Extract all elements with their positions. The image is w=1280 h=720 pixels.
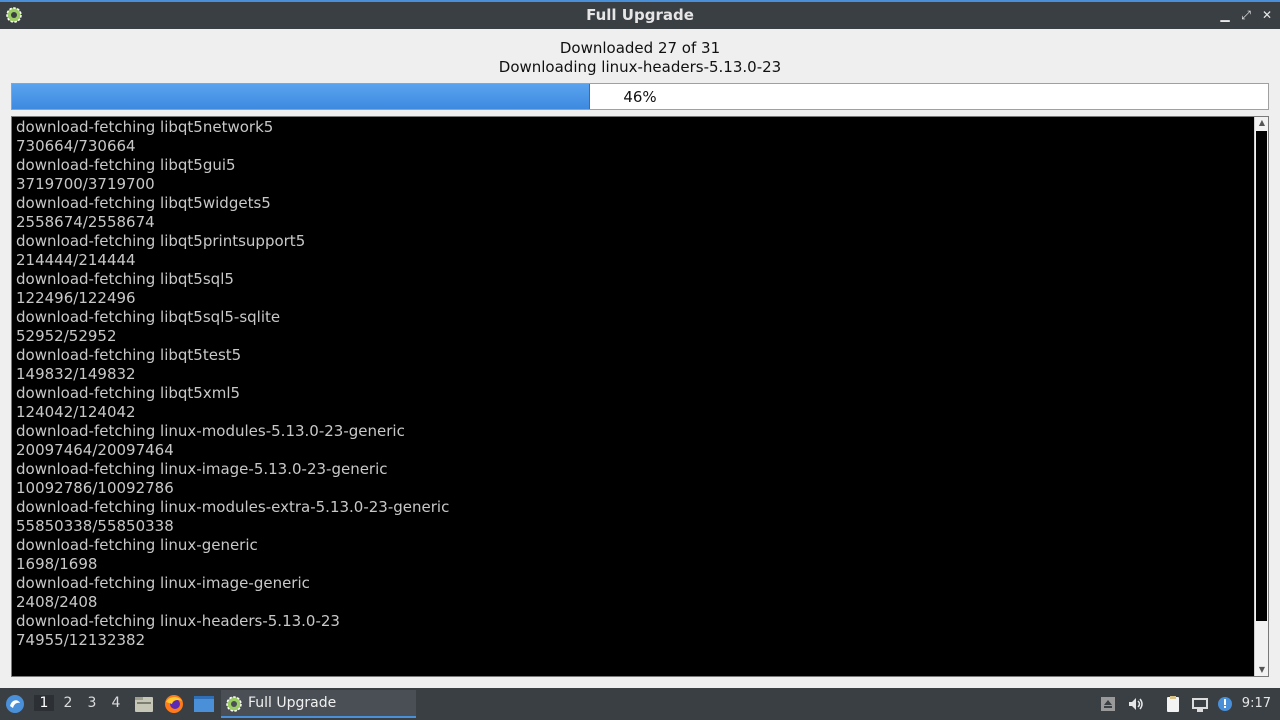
file-manager-icon[interactable]	[133, 694, 155, 714]
scroll-up-icon[interactable]: ▲	[1255, 117, 1269, 129]
scrollbar-thumb[interactable]	[1256, 131, 1267, 621]
log-line: 55850338/55850338	[16, 517, 174, 535]
log-scrollbar[interactable]: ▲ ▼	[1254, 117, 1268, 676]
desktop-icon[interactable]	[193, 694, 215, 714]
scroll-down-icon[interactable]: ▼	[1255, 664, 1269, 676]
log-line: 10092786/10092786	[16, 479, 174, 497]
taskbar-item-full-upgrade[interactable]: Full Upgrade	[221, 690, 416, 718]
volume-icon[interactable]	[1127, 695, 1145, 713]
clock[interactable]: 9:17	[1242, 696, 1271, 711]
log-line: 730664/730664	[16, 137, 136, 155]
start-menu-icon[interactable]	[5, 694, 25, 714]
log-line: download-fetching libqt5network5	[16, 118, 274, 136]
log-line: 20097464/20097464	[16, 441, 174, 459]
log-line: 74955/12132382	[16, 631, 146, 649]
progress-bar: 46%	[11, 83, 1269, 110]
log-line: download-fetching linux-generic	[16, 536, 258, 554]
log-line: 2408/2408	[16, 593, 98, 611]
workspace-4[interactable]: 4	[106, 695, 126, 711]
log-line: download-fetching libqt5test5	[16, 346, 242, 364]
minimize-icon[interactable]: ▁	[1217, 7, 1233, 23]
progress-label: 46%	[623, 88, 657, 106]
log-line: download-fetching linux-image-5.13.0-23-…	[16, 460, 388, 478]
eject-icon[interactable]	[1099, 695, 1117, 713]
window-title: Full Upgrade	[586, 6, 694, 24]
taskbar: 1 2 3 4 Full Upgrade 9:17	[0, 688, 1280, 720]
close-icon[interactable]: ✕	[1259, 7, 1275, 23]
log-line: 1698/1698	[16, 555, 98, 573]
log-line: download-fetching linux-modules-extra-5.…	[16, 498, 450, 516]
downloaded-count: Downloaded 27 of 31	[559, 39, 721, 57]
log-line: 122496/122496	[16, 289, 136, 307]
maximize-icon[interactable]: ⤢	[1238, 7, 1254, 23]
log-line: download-fetching libqt5sql5	[16, 270, 234, 288]
taskbar-item-label: Full Upgrade	[248, 695, 337, 711]
workspace-1[interactable]: 1	[34, 695, 54, 711]
network-icon[interactable]	[1191, 695, 1209, 713]
log-line: 52952/52952	[16, 327, 117, 345]
log-line: 214444/214444	[16, 251, 136, 269]
clipboard-icon[interactable]	[1164, 695, 1182, 713]
log-line: download-fetching libqt5xml5	[16, 384, 241, 402]
notification-icon[interactable]	[1216, 695, 1234, 713]
log-line: download-fetching libqt5gui5	[16, 156, 236, 174]
status-area: Downloaded 27 of 31 Downloading linux-he…	[0, 29, 1280, 81]
workspace-3[interactable]: 3	[82, 695, 102, 711]
log-line: download-fetching libqt5sql5-sqlite	[16, 308, 281, 326]
current-package: Downloading linux-headers-5.13.0-23	[498, 58, 782, 76]
title-bar[interactable]: Full Upgrade ▁ ⤢ ✕	[0, 0, 1280, 29]
log-line: 2558674/2558674	[16, 213, 155, 231]
log-line: download-fetching libqt5widgets5	[16, 194, 271, 212]
log-line: 149832/149832	[16, 365, 136, 383]
gear-icon	[226, 696, 242, 712]
download-log[interactable]: download-fetching libqt5network5 730664/7…	[11, 116, 1269, 677]
log-line: 3719700/3719700	[16, 175, 155, 193]
log-lines: download-fetching libqt5network5 730664/7…	[16, 118, 1250, 676]
firefox-icon[interactable]	[163, 694, 185, 714]
log-line: download-fetching linux-headers-5.13.0-2…	[16, 612, 340, 630]
workspace-2[interactable]: 2	[58, 695, 78, 711]
log-line: download-fetching linux-image-generic	[16, 574, 310, 592]
log-line: 124042/124042	[16, 403, 136, 421]
log-line: download-fetching linux-modules-5.13.0-2…	[16, 422, 405, 440]
log-line: download-fetching libqt5printsupport5	[16, 232, 306, 250]
